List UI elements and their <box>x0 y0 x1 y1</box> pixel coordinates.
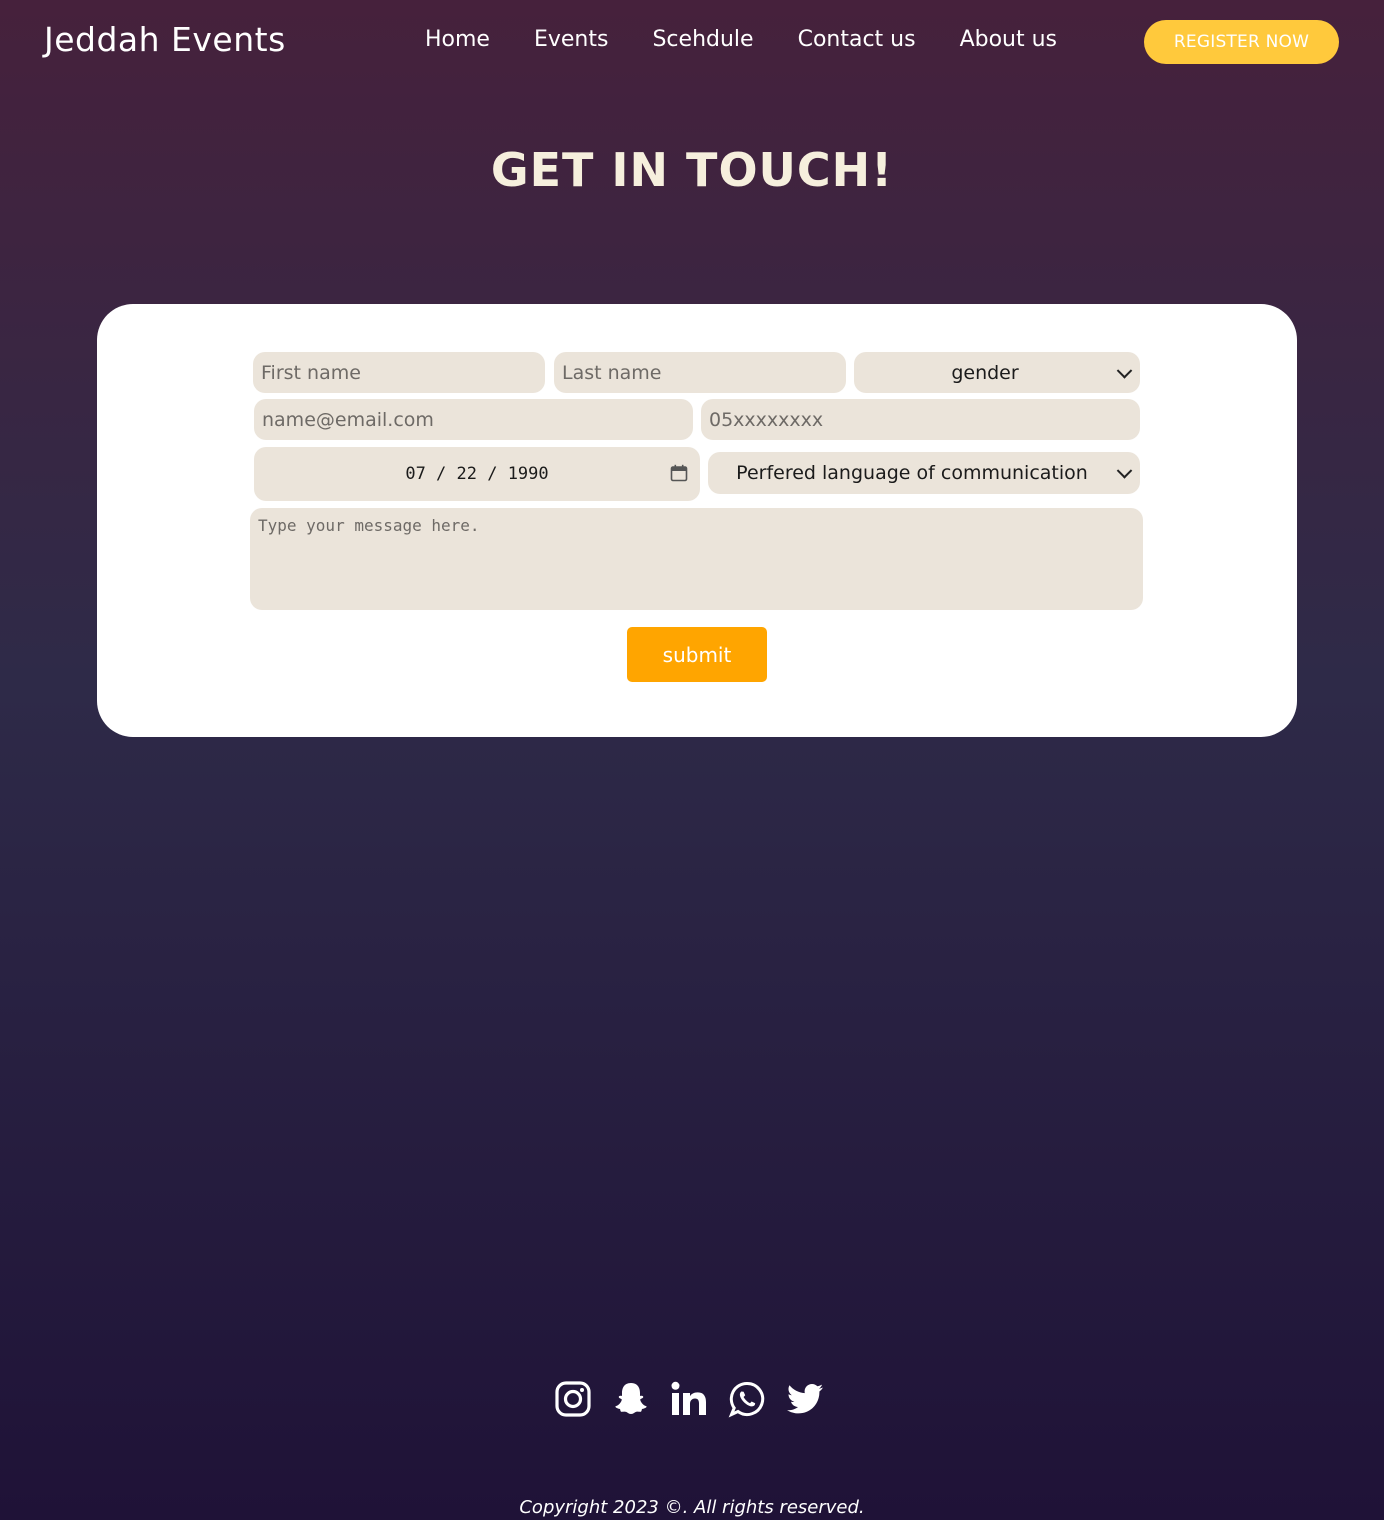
phone-placeholder: 05xxxxxxxx <box>709 408 824 431</box>
birth-date-input[interactable]: 07 / 22 / 1990 <box>254 447 700 501</box>
copyright-text: Copyright 2023 ©. All rights reserved. <box>519 1497 865 1518</box>
nav-link-schedule[interactable]: Scehdule <box>652 27 753 52</box>
linkedin-icon[interactable] <box>670 1378 708 1420</box>
snapchat-icon[interactable] <box>612 1378 650 1420</box>
top-navbar: Jeddah Events Home Events Scehdule Conta… <box>0 0 1384 84</box>
message-placeholder: Type your message here. <box>258 516 480 535</box>
register-now-button[interactable]: REGISTER NOW <box>1144 20 1339 64</box>
whatsapp-icon[interactable] <box>728 1378 766 1420</box>
nav-link-events[interactable]: Events <box>534 27 609 52</box>
nav-links: Home Events Scehdule Contact us About us <box>425 27 1057 52</box>
phone-input[interactable]: 05xxxxxxxx <box>701 399 1140 440</box>
language-selected-value: Perfered language of communication <box>736 462 1088 484</box>
birth-date-value: 07 / 22 / 1990 <box>405 464 549 484</box>
last-name-placeholder: Last name <box>562 361 662 384</box>
submit-button[interactable]: submit <box>627 627 767 682</box>
brand-logo-text[interactable]: Jeddah Events <box>44 20 286 59</box>
message-textarea[interactable]: Type your message here. <box>250 508 1143 610</box>
gender-select[interactable]: gender <box>854 352 1140 393</box>
first-name-input[interactable]: First name <box>253 352 545 393</box>
preferred-language-select[interactable]: Perfered language of communication <box>708 452 1140 494</box>
social-links <box>554 1378 824 1420</box>
calendar-icon[interactable] <box>670 464 688 482</box>
last-name-input[interactable]: Last name <box>554 352 846 393</box>
instagram-icon[interactable] <box>554 1378 592 1420</box>
chevron-down-icon <box>1116 362 1133 379</box>
email-input[interactable]: name@email.com <box>254 399 693 440</box>
nav-link-contact[interactable]: Contact us <box>798 27 916 52</box>
twitter-icon[interactable] <box>786 1378 824 1420</box>
gender-selected-value: gender <box>951 361 1019 384</box>
first-name-placeholder: First name <box>261 361 361 384</box>
page-title: GET IN TOUCH! <box>490 142 894 197</box>
nav-link-about[interactable]: About us <box>960 27 1057 52</box>
chevron-down-icon <box>1116 463 1133 479</box>
email-placeholder: name@email.com <box>262 408 434 431</box>
nav-link-home[interactable]: Home <box>425 27 490 52</box>
